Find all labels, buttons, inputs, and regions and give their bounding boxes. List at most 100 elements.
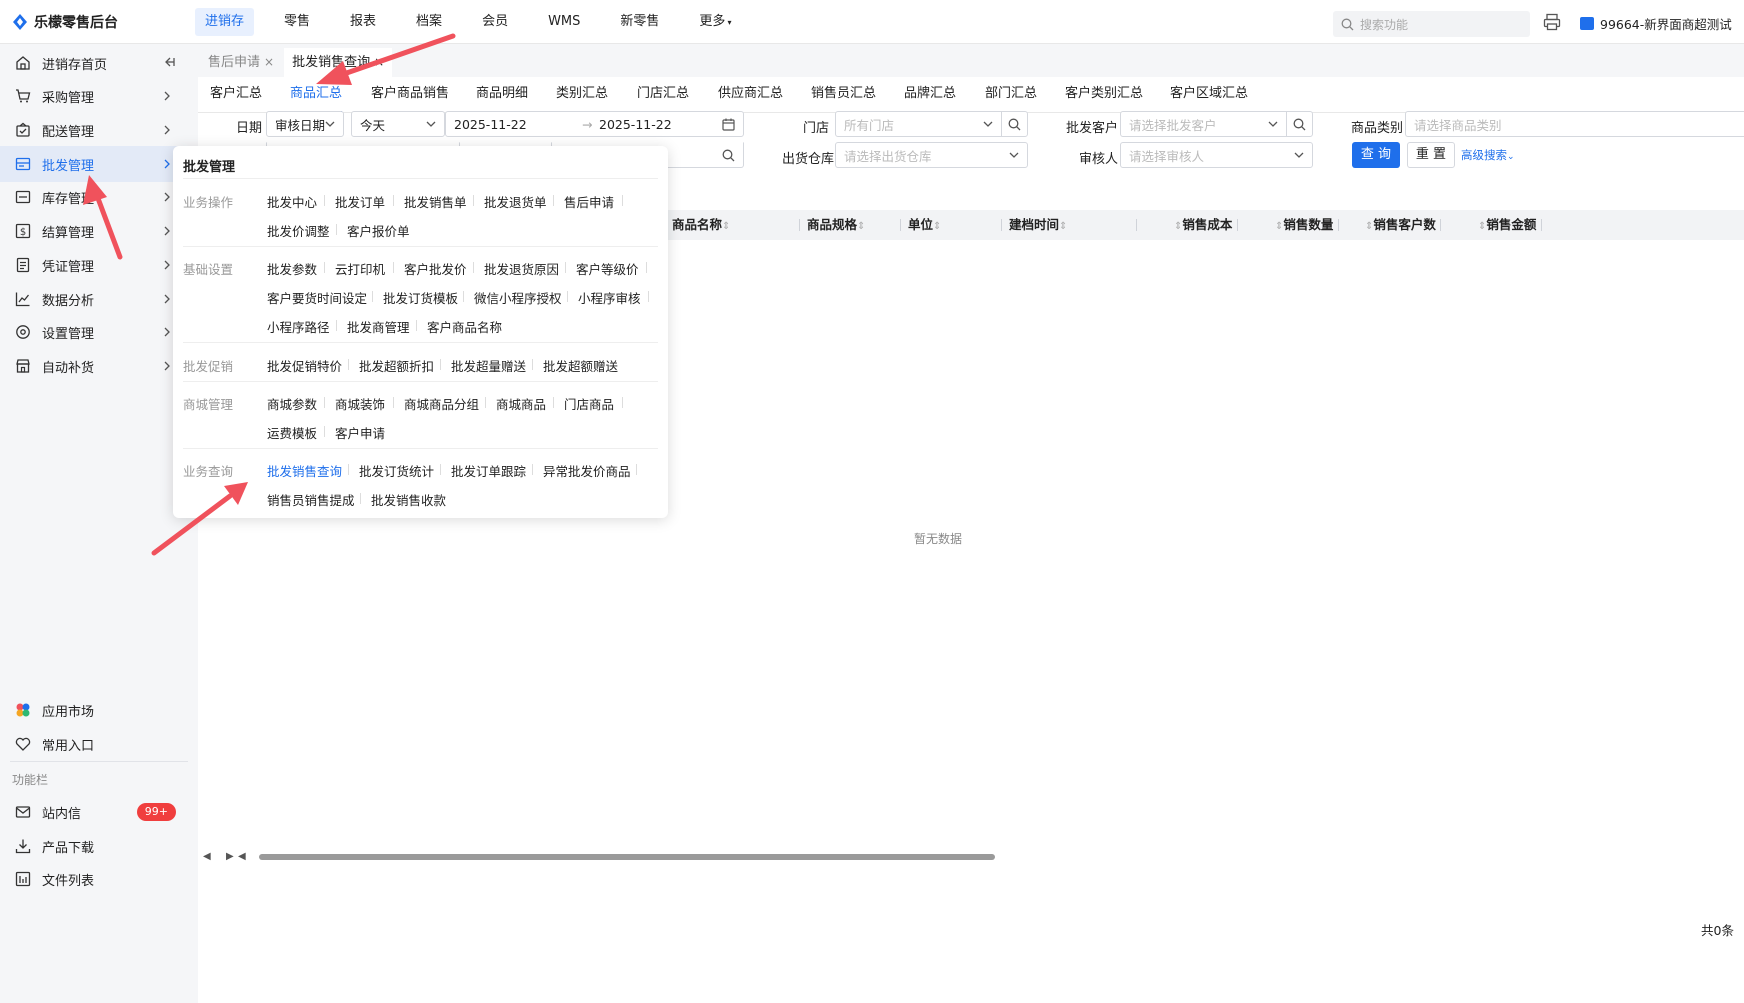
column-header-sales-amount[interactable]: ⇕销售金额 (1478, 210, 1536, 240)
menu-item[interactable]: 客户商品名称 (427, 317, 502, 336)
topnav-item-jxc[interactable]: 进销存 (195, 7, 255, 36)
column-header-sales-cost[interactable]: ⇕销售成本 (1174, 210, 1232, 240)
customer-select[interactable]: 请选择批发客户 (1120, 111, 1313, 137)
menu-item[interactable]: 商城商品 (496, 394, 546, 413)
date-type-select[interactable]: 审核日期 (266, 111, 344, 137)
scroll-right-icon[interactable]: ▶ (226, 851, 234, 862)
menu-item[interactable]: 客户报价单 (347, 221, 410, 240)
topnav-item-report[interactable]: 报表 (340, 8, 386, 36)
scroll-end-icon[interactable]: ◀ (238, 851, 246, 862)
menu-item[interactable]: 云打印机 (335, 259, 385, 278)
auditor-select[interactable]: 请选择审核人 (1120, 142, 1313, 168)
menu-item[interactable]: 销售员销售提成 (267, 490, 355, 509)
page-tab-after-sales[interactable]: 售后申请 × (200, 48, 282, 77)
menu-item[interactable]: 批发超额折扣 (359, 356, 434, 375)
menu-item[interactable]: 售后申请 (564, 192, 614, 211)
tab-customer-product-sales[interactable]: 客户商品销售 (371, 77, 449, 113)
reset-button[interactable]: 重 置 (1407, 142, 1455, 168)
column-header-sales-qty[interactable]: ⇕销售数量 (1275, 210, 1333, 240)
column-header-product-name[interactable]: 商品名称⇕ (672, 210, 730, 240)
menu-item[interactable]: 门店商品 (564, 394, 614, 413)
horizontal-scrollbar[interactable]: ◀ ▶ ◀ (203, 851, 1744, 863)
scroll-left-icon[interactable]: ◀ (203, 851, 211, 862)
menu-item[interactable]: 批发销售收款 (371, 490, 446, 509)
menu-item[interactable]: 批发价调整 (267, 221, 330, 240)
menu-item[interactable]: 小程序路径 (267, 317, 330, 336)
menu-item[interactable]: 商城商品分组 (404, 394, 479, 413)
sidebar-item-settlement[interactable]: $ 结算管理 (0, 213, 188, 249)
menu-item[interactable]: 运费模板 (267, 423, 317, 442)
sidebar-item-analytics[interactable]: 数据分析 (0, 281, 188, 317)
collapse-sidebar-icon[interactable] (162, 55, 176, 69)
menu-item[interactable]: 商城参数 (267, 394, 317, 413)
menu-item[interactable]: 批发退货单 (484, 192, 547, 211)
page-tab-wholesale-query[interactable]: 批发销售查询 × (284, 48, 393, 77)
menu-item[interactable]: 客户等级价 (576, 259, 639, 278)
topnav-item-member[interactable]: 会员 (472, 8, 518, 36)
column-header-product-spec[interactable]: 商品规格⇕ (807, 210, 865, 240)
topnav-item-retail[interactable]: 零售 (274, 8, 320, 36)
topnav-item-archive[interactable]: 档案 (406, 8, 452, 36)
category-select[interactable]: 请选择商品类别 (1405, 111, 1744, 137)
column-header-created-time[interactable]: 建档时间⇕ (1009, 210, 1067, 240)
sidebar-item-favorites[interactable]: 常用入口 (0, 726, 188, 762)
menu-item[interactable]: 批发商管理 (347, 317, 410, 336)
store-select[interactable]: 所有门店 (835, 111, 1028, 137)
menu-item[interactable]: 异常批发价商品 (543, 461, 631, 480)
menu-item[interactable]: 批发退货原因 (484, 259, 559, 278)
menu-item[interactable]: 批发超额赠送 (543, 356, 618, 375)
sidebar-item-download[interactable]: 产品下载 (0, 828, 188, 864)
tab-product-detail[interactable]: 商品明细 (476, 77, 528, 113)
sidebar-item-distribution[interactable]: 配送管理 (0, 112, 188, 148)
tab-customer-category-summary[interactable]: 客户类别汇总 (1065, 77, 1143, 113)
sidebar-item-wholesale[interactable]: 批发管理 (0, 146, 188, 182)
menu-item[interactable]: 批发超量赠送 (451, 356, 526, 375)
menu-item[interactable]: 客户申请 (335, 423, 385, 442)
app-logo[interactable]: 乐檬零售后台 (0, 12, 195, 32)
tab-brand-summary[interactable]: 品牌汇总 (904, 77, 956, 113)
menu-item[interactable]: 批发中心 (267, 192, 317, 211)
menu-item[interactable]: 小程序审核 (578, 288, 641, 307)
close-icon[interactable]: × (374, 55, 384, 69)
sidebar-item-inventory[interactable]: 库存管理 (0, 179, 188, 215)
query-button[interactable]: 查 询 (1352, 142, 1400, 168)
sidebar-item-jxc-home[interactable]: 进销存首页 (0, 45, 188, 81)
date-preset-select[interactable]: 今天 (351, 111, 445, 137)
customer-search-button[interactable] (1286, 112, 1312, 136)
menu-item[interactable]: 商城装饰 (335, 394, 385, 413)
menu-item[interactable]: 客户要货时间设定 (267, 288, 367, 307)
function-search-input[interactable]: 搜索功能 (1333, 11, 1530, 37)
menu-item-wholesale-sales-query[interactable]: 批发销售查询 (267, 461, 342, 480)
tab-department-summary[interactable]: 部门汇总 (985, 77, 1037, 113)
tab-supplier-summary[interactable]: 供应商汇总 (718, 77, 783, 113)
sidebar-item-voucher[interactable]: 凭证管理 (0, 247, 188, 283)
menu-item[interactable]: 批发订单 (335, 192, 385, 211)
topnav-item-new-retail[interactable]: 新零售 (610, 8, 669, 36)
close-icon[interactable]: × (264, 55, 274, 69)
menu-item[interactable]: 微信小程序授权 (474, 288, 562, 307)
menu-item[interactable]: 客户批发价 (404, 259, 467, 278)
menu-item[interactable]: 批发促销特价 (267, 356, 342, 375)
sidebar-item-app-market[interactable]: 应用市场 (0, 692, 188, 728)
store-search-button[interactable] (1001, 112, 1027, 136)
menu-item[interactable]: 批发订货模板 (383, 288, 458, 307)
menu-item[interactable]: 批发订货统计 (359, 461, 434, 480)
store-selector[interactable]: 99664-新界面商超测试 (1580, 14, 1732, 33)
tab-salesperson-summary[interactable]: 销售员汇总 (811, 77, 876, 113)
sidebar-item-file-list[interactable]: 文件列表 (0, 861, 188, 897)
menu-item[interactable]: 批发参数 (267, 259, 317, 278)
sidebar-item-auto-replenish[interactable]: 自动补货 (0, 348, 188, 384)
tab-customer-summary[interactable]: 客户汇总 (210, 77, 262, 113)
menu-item[interactable]: 批发销售单 (404, 192, 467, 211)
tab-product-summary[interactable]: 商品汇总 (290, 77, 343, 113)
topnav-item-wms[interactable]: WMS (538, 8, 590, 36)
column-header-customer-count[interactable]: ⇕销售客户数 (1365, 210, 1436, 240)
scrollbar-thumb[interactable] (259, 854, 995, 860)
sidebar-item-inbox[interactable]: 站内信 99+ (0, 794, 188, 830)
tab-category-summary[interactable]: 类别汇总 (556, 77, 608, 113)
column-header-unit[interactable]: 单位⇕ (908, 210, 941, 240)
tab-store-summary[interactable]: 门店汇总 (637, 77, 689, 113)
menu-item[interactable]: 批发订单跟踪 (451, 461, 526, 480)
topnav-item-more[interactable]: 更多 ▾ (689, 8, 741, 36)
sidebar-item-purchase[interactable]: 采购管理 (0, 78, 188, 114)
